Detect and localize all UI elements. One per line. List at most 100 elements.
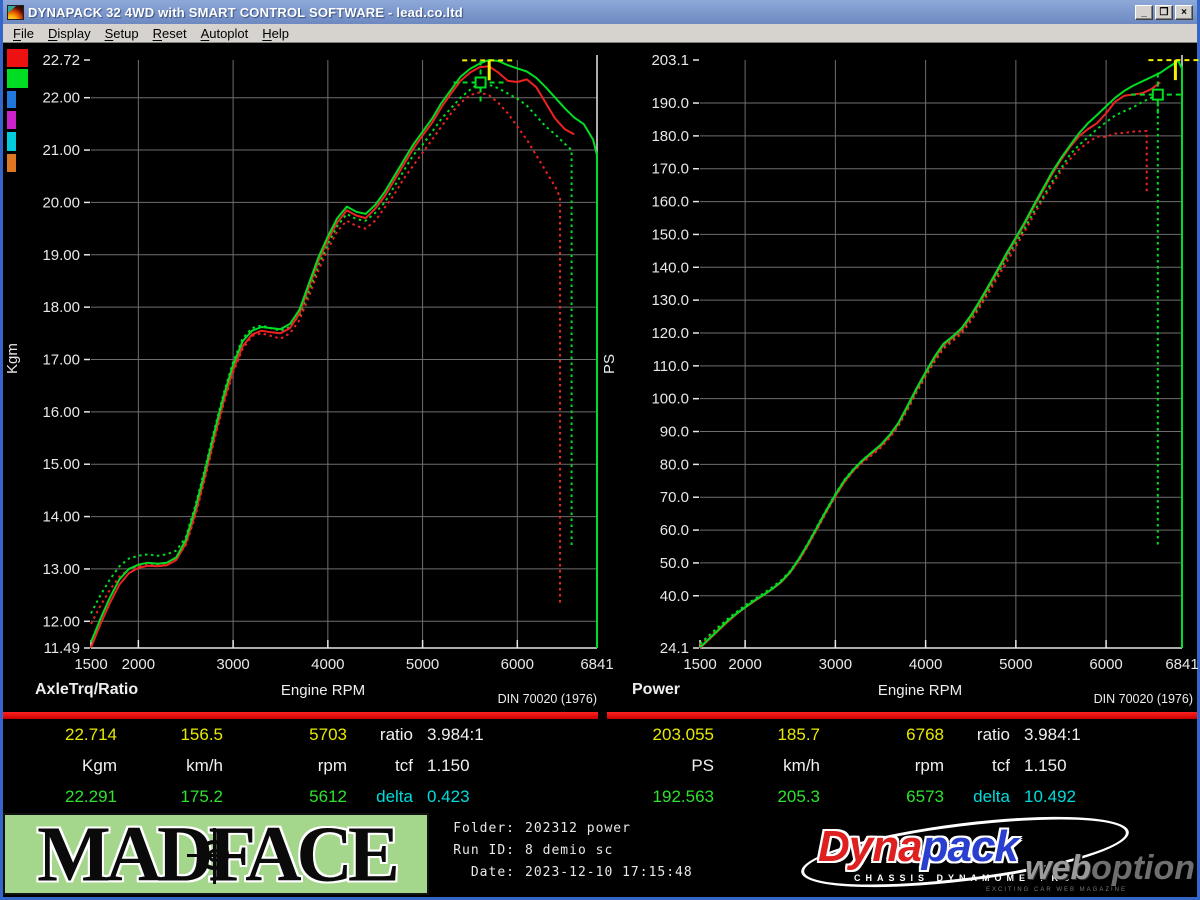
menu-setup[interactable]: Setup [98, 25, 146, 42]
y-tick-label: 18.00 [42, 299, 80, 316]
window-title: DYNAPACK 32 4WD with SMART CONTROL SOFTW… [28, 4, 463, 20]
readout-value: 175.2 [180, 786, 223, 806]
restore-button[interactable]: ❐ [1155, 4, 1173, 20]
x-tick-label: 3000 [216, 656, 249, 673]
series-run1-torque [90, 65, 575, 648]
series-run2-torque [90, 59, 598, 648]
cursor-green-marker-box[interactable] [1151, 88, 1164, 101]
x-tick-label: 5000 [406, 656, 439, 673]
y-tick-label: 21.00 [42, 142, 80, 159]
x-tick-label: 2000 [122, 656, 155, 673]
y-tick-label: 24.1 [660, 640, 689, 657]
close-button[interactable]: × [1175, 4, 1193, 20]
menu-autoplot[interactable]: Autoplot [194, 25, 256, 42]
dynapack-logo: Dynapack CHASSIS DYNAMOMETERS weboption … [790, 813, 1197, 895]
readout-value: rpm [914, 755, 944, 775]
run-info-label: Run ID: [453, 843, 515, 858]
y-tick-label: 50.0 [660, 555, 689, 572]
x-tick-label: 6000 [1089, 656, 1122, 673]
power-chart-standard: DIN 70020 (1976) [1093, 692, 1193, 706]
readout-value: km/h [783, 755, 820, 775]
dynapack-logo-text: Dynapack [818, 822, 1019, 871]
readout-value: rpm [317, 755, 347, 775]
weboption-caption: EXCITING CAR WEB MAGAZINE [985, 887, 1127, 893]
y-tick-label: 11.49 [44, 640, 80, 657]
x-tick-label: 1500 [683, 656, 716, 673]
y-tick-label: 100.0 [651, 391, 689, 408]
window-controls: _ ❐ × [1135, 4, 1193, 20]
y-tick-label: 17.00 [42, 351, 80, 368]
x-tick-label: 4000 [909, 656, 942, 673]
readout-value: 5612 [309, 786, 347, 806]
y-tick-label: 16.00 [42, 404, 80, 421]
readout-value: 156.5 [180, 724, 223, 744]
readout-side-value: 3.984:1 [1024, 724, 1081, 744]
y-tick-label: 12.00 [42, 613, 80, 630]
y-tick-label: 14.00 [42, 509, 80, 526]
readout-value: Kgm [82, 755, 117, 775]
x-tick-label: 3000 [819, 656, 852, 673]
power-chart: 1500 2000 3000 4000 5000 6000 6841 203.1 190.0 18… [601, 52, 1200, 673]
readout-side-value: 3.984:1 [427, 724, 484, 744]
menu-help[interactable]: Help [255, 25, 296, 42]
run-info-value: 8 demio sc [525, 843, 614, 858]
readout-side-value: 0.423 [427, 786, 470, 806]
y-tick-label: 80.0 [660, 456, 689, 473]
readout-value: 6573 [906, 786, 944, 806]
y-tick-label: 130.0 [651, 292, 689, 309]
readout-value: 5703 [309, 724, 347, 744]
title-bar: DYNAPACK 32 4WD with SMART CONTROL SOFTW… [3, 0, 1197, 24]
torque-chart-standard: DIN 70020 (1976) [497, 692, 597, 706]
x-tick-label: 6841 [1165, 656, 1198, 673]
y-tick-label: 19.00 [42, 247, 80, 264]
y-tick-label: 190.0 [651, 95, 689, 112]
readout-side-label: delta [973, 786, 1010, 806]
series-run2-torque-smoothed [90, 82, 573, 614]
y-axis-label: PS [601, 354, 618, 374]
readout-side-value: 10.492 [1024, 786, 1076, 806]
readout-side-label: ratio [379, 724, 413, 744]
cursor-green-marker-box[interactable] [474, 76, 487, 89]
divider-bar-right [607, 712, 1197, 719]
readout-value: 22.291 [65, 786, 117, 806]
readout-side-value: 1.150 [427, 755, 470, 775]
y-tick-label: 15.00 [42, 456, 80, 473]
readout-side-label: tcf [395, 755, 413, 775]
y-axis-label: Kgm [4, 343, 21, 374]
readout-value: 22.714 [65, 724, 117, 744]
y-tick-label: 110.0 [653, 358, 689, 375]
y-tick-label: 40.0 [660, 588, 689, 605]
readout-value: PS [691, 755, 714, 775]
minimize-button[interactable]: _ [1135, 4, 1153, 20]
y-tick-label: 22.72 [42, 52, 80, 69]
power-chart-title: Power [632, 681, 681, 698]
menu-bar: File Display Setup Reset Autoplot Help [3, 24, 1197, 43]
bottom-strip: MADFACE Folder: 202312 power Run ID: 8 demi… [3, 812, 1197, 897]
chart-area: 1500 2000 3000 4000 5000 6000 6841 22.72 22.00 21… [3, 43, 1200, 897]
readout-value: 185.7 [777, 724, 820, 744]
readout-value: 203.055 [652, 724, 714, 744]
app-window: DYNAPACK 32 4WD with SMART CONTROL SOFTW… [0, 0, 1200, 900]
menu-reset[interactable]: Reset [146, 25, 194, 42]
run-info-panel: Folder: 202312 power Run ID: 8 demio sc Date… [433, 813, 787, 895]
series-run1-torque-smoothed [90, 91, 561, 625]
y-tick-label: 160.0 [651, 194, 689, 211]
weboption-watermark: weboption [1025, 849, 1195, 887]
madface-logo: MADFACE [3, 813, 429, 895]
run-info-value: 2023-12-10 17:15:48 [525, 865, 693, 880]
y-tick-label: 150.0 [651, 226, 689, 243]
x-tick-label: 6000 [501, 656, 534, 673]
menu-file[interactable]: File [6, 25, 41, 42]
run-info-row: Run ID: 8 demio sc [443, 843, 787, 858]
divider-bar-left [3, 712, 598, 719]
y-tick-label: 140.0 [651, 259, 689, 276]
readout-value: 6768 [906, 724, 944, 744]
menu-display[interactable]: Display [41, 25, 98, 42]
readout-side-label: delta [376, 786, 413, 806]
y-tick-label: 120.0 [651, 325, 689, 342]
y-tick-label: 203.1 [651, 52, 689, 69]
readout-side-value: 1.150 [1024, 755, 1067, 775]
app-icon [7, 4, 24, 20]
readout-block-torque: 22.714 156.5 5703 ratio 3.984:1 Kgm km/h rpm tcf… [3, 719, 600, 812]
readout-value: 192.563 [652, 786, 714, 806]
